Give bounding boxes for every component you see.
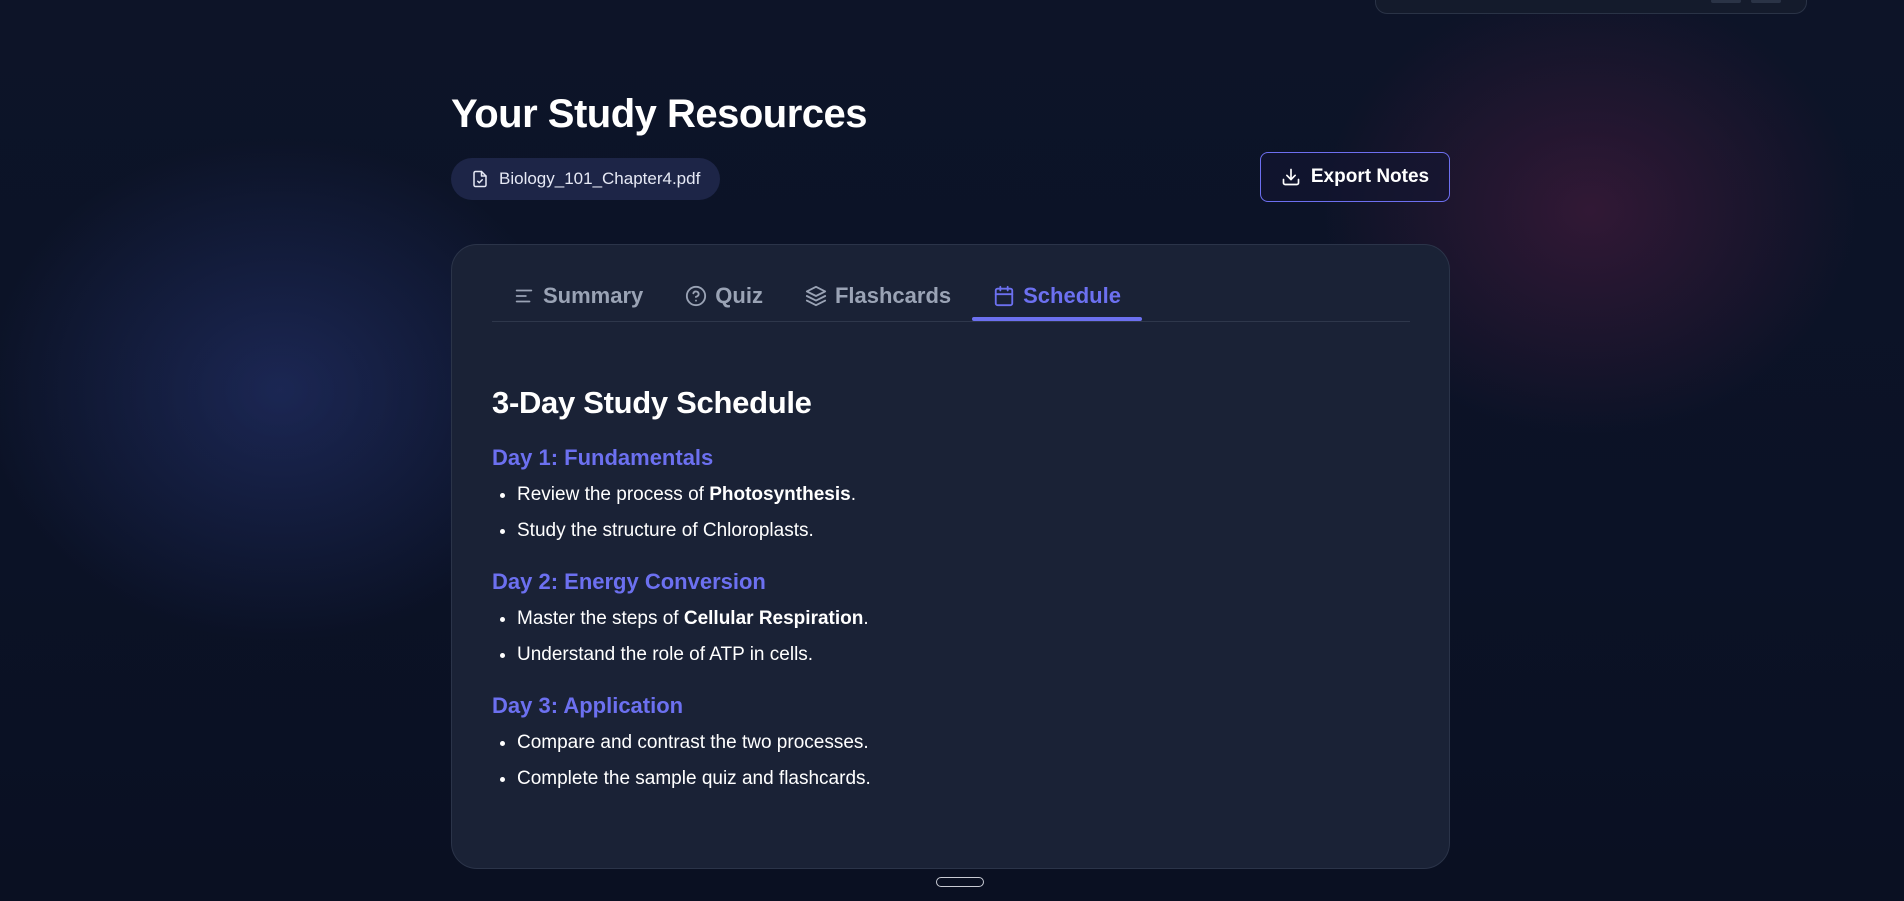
tab-schedule[interactable]: Schedule <box>972 273 1142 321</box>
list-item: Master the steps of Cellular Respiration… <box>517 601 1392 637</box>
tab-label: Summary <box>543 283 644 308</box>
tab-summary[interactable]: Summary <box>492 273 664 319</box>
list-item: Understand the role of ATP in cells. <box>517 637 1392 673</box>
day-list: Master the steps of Cellular Respiration… <box>492 601 1392 673</box>
day-list: Compare and contrast the two processes. … <box>492 725 1392 797</box>
tab-flashcards[interactable]: Flashcards <box>784 273 972 319</box>
file-chip: Biology_101_Chapter4.pdf <box>451 158 721 200</box>
align-left-icon <box>513 285 535 307</box>
day-heading: Day 2: Energy Conversion <box>492 569 766 594</box>
list-item: Complete the sample quiz and flashcards. <box>517 761 1392 797</box>
tab-label: Schedule <box>1023 283 1121 308</box>
day-heading: Day 3: Application <box>492 693 684 718</box>
schedule-content: 3-Day Study Schedule Day 1: Fundamentals… <box>492 385 1392 817</box>
file-check-icon <box>471 170 489 188</box>
tab-label: Quiz <box>715 283 763 308</box>
top-panel-control <box>1711 0 1741 3</box>
export-notes-label: Export Notes <box>1310 166 1430 187</box>
list-item: Study the structure of Chloroplasts. <box>517 513 1392 549</box>
layers-icon <box>805 285 827 307</box>
help-circle-icon <box>685 285 707 307</box>
tab-label: Flashcards <box>834 283 952 308</box>
list-item: Review the process of Photosynthesis. <box>517 477 1392 513</box>
page-title: Your Study Resources <box>451 92 868 136</box>
download-icon <box>1281 167 1301 187</box>
export-notes-button[interactable]: Export Notes <box>1260 152 1450 202</box>
scroll-handle[interactable] <box>936 877 984 887</box>
list-item: Compare and contrast the two processes. <box>517 725 1392 761</box>
schedule-title: 3-Day Study Schedule <box>492 385 812 420</box>
calendar-icon <box>993 285 1015 307</box>
resource-card: Summary Quiz Flashcards Schedule 3-Day S… <box>451 244 1450 869</box>
tab-bar: Summary Quiz Flashcards Schedule <box>492 273 1410 322</box>
day-heading: Day 1: Fundamentals <box>492 445 714 470</box>
file-chip-name: Biology_101_Chapter4.pdf <box>499 169 701 188</box>
top-panel-edge <box>1375 0 1807 14</box>
top-panel-control <box>1751 0 1781 3</box>
tab-quiz[interactable]: Quiz <box>664 273 784 319</box>
day-list: Review the process of Photosynthesis. St… <box>492 477 1392 549</box>
